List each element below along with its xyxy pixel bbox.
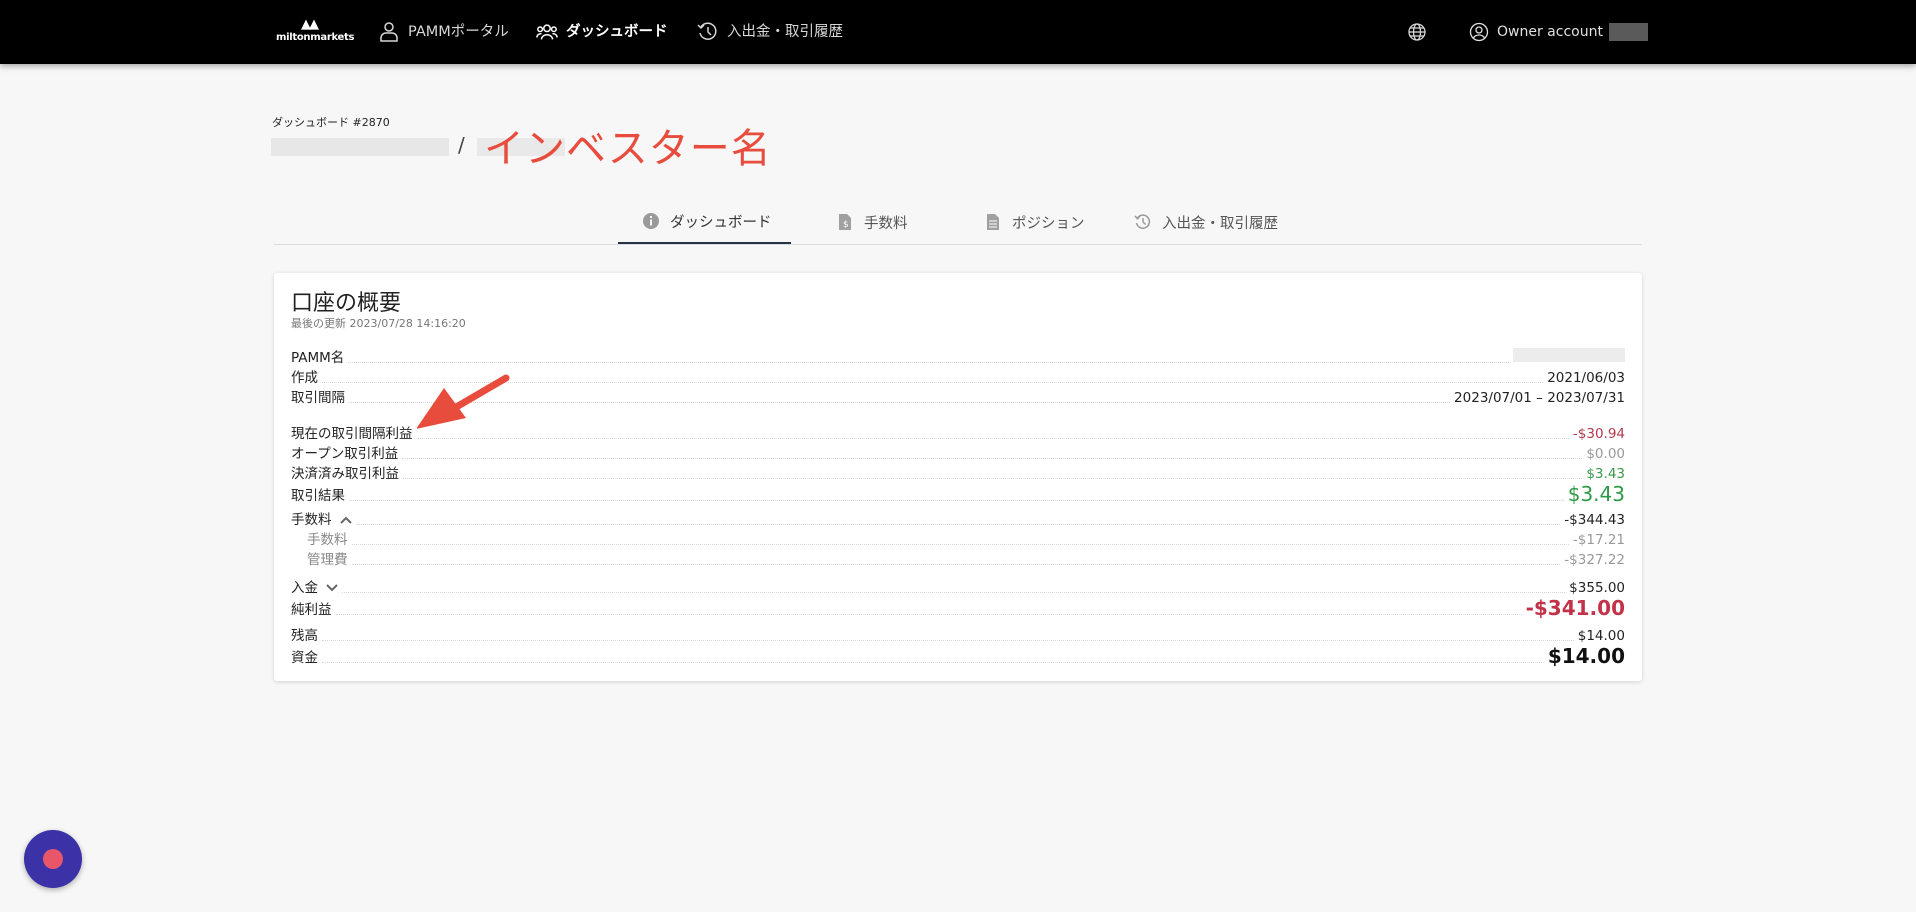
- row-closed-profit: 決済済み取引利益 $3.43: [291, 463, 1625, 483]
- row-trade-result: 取引結果 $3.43: [291, 483, 1625, 505]
- row-value: $0.00: [1586, 446, 1625, 462]
- nav-history[interactable]: 入出金・取引履歴: [697, 20, 843, 44]
- fees-label: 手数料: [291, 512, 332, 528]
- row-label: オープン取引利益: [291, 445, 403, 463]
- person-icon: [380, 22, 398, 42]
- row-management-fee: 管理費 -$327.22: [291, 549, 1625, 569]
- row-label: 純利益: [291, 601, 336, 619]
- account-summary-card: 口座の概要 最後の更新 2023/07/28 14:16:20 PAMM名 作成…: [274, 273, 1642, 681]
- svg-text:$: $: [843, 220, 849, 230]
- card-title: 口座の概要: [291, 291, 402, 316]
- tab-fees-label: 手数料: [864, 215, 908, 232]
- chevron-down-icon[interactable]: [326, 583, 338, 593]
- info-icon: [643, 213, 659, 229]
- row-label: 取引結果: [291, 487, 349, 505]
- row-value: -$344.43: [1564, 512, 1625, 528]
- row-label: 資金: [291, 649, 322, 667]
- investor-name-annotation: インベスター名: [484, 126, 772, 172]
- row-label: 現在の取引間隔利益: [291, 425, 417, 443]
- redacted-pamm-name: [271, 138, 449, 156]
- tab-dashboard[interactable]: ダッシュボード: [618, 200, 791, 244]
- owner-account-label: Owner account: [1497, 24, 1603, 40]
- row-label: 残高: [291, 627, 322, 645]
- row-value: -$341.00: [1525, 596, 1625, 620]
- row-open-profit: オープン取引利益 $0.00: [291, 443, 1625, 463]
- row-label: 取引間隔: [291, 389, 349, 407]
- owner-account-menu[interactable]: Owner account: [1469, 20, 1648, 44]
- nav-pamm-portal[interactable]: PAMMポータル: [378, 20, 509, 44]
- row-fees-toggle[interactable]: 手数料 -$344.43: [291, 509, 1625, 529]
- dashboard-id: ダッシュボード #2870: [272, 116, 390, 129]
- history-icon: [1134, 214, 1151, 229]
- history-icon: [697, 22, 717, 40]
- tab-positions-label: ポジション: [1012, 215, 1085, 232]
- row-value: $3.43: [1567, 482, 1625, 506]
- logo-mark-icon: ▲▲: [301, 17, 319, 32]
- row-value: -$327.22: [1564, 552, 1625, 568]
- tab-history-label: 入出金・取引履歴: [1162, 215, 1278, 232]
- row-label: PAMM名: [291, 349, 349, 367]
- row-deposit-toggle[interactable]: 入金 $355.00: [291, 577, 1625, 597]
- breadcrumb-separator: /: [458, 133, 465, 157]
- globe-icon[interactable]: [1407, 22, 1427, 42]
- nav-pamm-portal-label: PAMMポータル: [408, 24, 509, 40]
- redacted-pamm-value: [1513, 348, 1625, 362]
- fee-document-icon: $: [839, 214, 851, 230]
- row-net-profit: 純利益 -$341.00: [291, 595, 1625, 619]
- nav-dashboard-label: ダッシュボード: [566, 24, 668, 40]
- user-circle-icon: [1469, 22, 1489, 42]
- row-label: 作成: [291, 369, 322, 387]
- row-value: -$30.94: [1572, 426, 1625, 442]
- tab-history[interactable]: 入出金・取引履歴: [1134, 200, 1278, 244]
- tab-fees[interactable]: $ 手数料: [836, 200, 908, 244]
- last-updated: 最後の更新 2023/07/28 14:16:20: [291, 317, 466, 330]
- row-label: 管理費: [291, 551, 352, 569]
- nav-dashboard[interactable]: ダッシュボード: [536, 20, 668, 44]
- deposit-label: 入金: [291, 580, 318, 596]
- row-label: 決済済み取引利益: [291, 465, 403, 483]
- row-balance: 残高 $14.00: [291, 625, 1625, 645]
- row-funds: 資金 $14.00: [291, 643, 1625, 667]
- users-icon: [536, 24, 558, 40]
- milton-markets-logo[interactable]: ▲▲ miltonmarkets: [276, 17, 355, 46]
- row-label: 手数料: [291, 511, 356, 529]
- row-value: 2023/07/01 – 2023/07/31: [1454, 390, 1625, 406]
- top-navigation-bar: ▲▲ miltonmarkets PAMMポータル ダッシュボード 入出金・取引…: [0, 0, 1916, 64]
- tab-positions[interactable]: ポジション: [984, 200, 1085, 244]
- row-label: 手数料: [291, 531, 352, 549]
- tab-bar: ダッシュボード $ 手数料 ポジション 入出金・取引履歴: [274, 200, 1642, 245]
- tab-dashboard-label: ダッシュボード: [670, 214, 772, 231]
- row-label: 入金: [291, 579, 342, 597]
- row-value: -$17.21: [1572, 532, 1625, 548]
- chat-dot-icon: [43, 849, 63, 869]
- row-value: [1509, 348, 1625, 367]
- row-value: $3.43: [1586, 466, 1625, 482]
- nav-history-label: 入出金・取引履歴: [727, 24, 843, 40]
- document-icon: [987, 214, 999, 230]
- redacted-account-id: [1608, 23, 1648, 41]
- row-value: $14.00: [1547, 644, 1625, 668]
- logo-wordmark: miltonmarkets: [276, 32, 355, 43]
- chat-widget-button[interactable]: [24, 830, 82, 888]
- row-value: 2021/06/03: [1547, 370, 1625, 386]
- row-fee-detail: 手数料 -$17.21: [291, 529, 1625, 549]
- annotation-arrow-icon: [416, 374, 510, 429]
- row-pamm-name: PAMM名: [291, 347, 1625, 367]
- chevron-up-icon[interactable]: [339, 515, 352, 525]
